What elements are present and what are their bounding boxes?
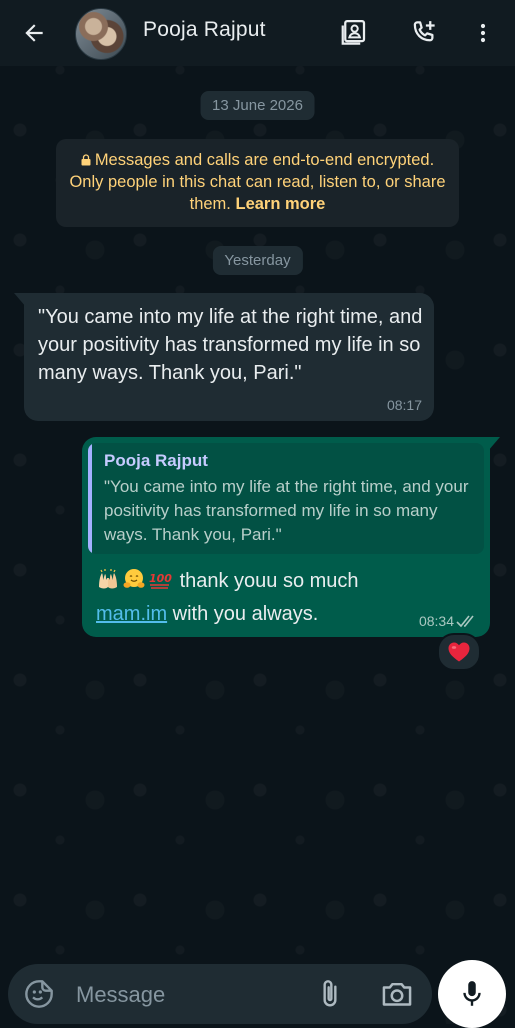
- emoji-sticker-icon[interactable]: [23, 978, 55, 1010]
- contact-card-icon: [341, 20, 366, 45]
- message-text: "You came into my life at the right time…: [38, 306, 423, 384]
- contact-avatar[interactable]: [75, 8, 127, 60]
- svg-text:100: 100: [149, 572, 172, 585]
- message-composer: [8, 964, 432, 1024]
- phone-plus-icon: [413, 21, 435, 42]
- contact-name[interactable]: Pooja Rajput: [143, 18, 266, 42]
- voice-message-button[interactable]: [438, 960, 506, 1028]
- encryption-notice[interactable]: Messages and calls are end-to-end encryp…: [56, 139, 459, 227]
- contact-card-button[interactable]: [337, 16, 371, 50]
- message-input[interactable]: [74, 976, 298, 1014]
- quoted-message[interactable]: Pooja Rajput "You came into my life at t…: [88, 443, 484, 554]
- camera-icon[interactable]: [380, 978, 414, 1010]
- chat-header: Pooja Rajput: [0, 0, 515, 66]
- paperclip-icon[interactable]: [314, 978, 346, 1010]
- incoming-message[interactable]: "You came into my life at the right time…: [14, 293, 434, 421]
- date-chip: 13 June 2026: [200, 91, 315, 120]
- outgoing-message[interactable]: Pooja Rajput "You came into my life at t…: [82, 437, 500, 637]
- message-text-part: thank youu so much: [179, 570, 359, 592]
- message-text-part: with you always.: [172, 603, 319, 625]
- more-options-button[interactable]: [466, 16, 500, 50]
- message-reaction[interactable]: [437, 633, 481, 671]
- message-time: 08:17: [386, 397, 422, 413]
- learn-more-link[interactable]: Learn more: [236, 195, 326, 213]
- hugging-face-icon: [123, 569, 145, 588]
- date-chip: Yesterday: [212, 246, 303, 275]
- red-heart-icon: [448, 642, 470, 662]
- arrow-left-icon: [25, 24, 43, 42]
- back-button[interactable]: [18, 17, 50, 49]
- quoted-text: "You came into my life at the right time…: [104, 477, 469, 544]
- raising-hands-icon: [99, 569, 117, 589]
- quote-bar: [88, 443, 92, 554]
- kebab-menu-icon: [480, 23, 486, 43]
- lock-icon: [81, 154, 91, 166]
- message-link[interactable]: mam.im: [96, 603, 167, 625]
- read-ticks-icon: [456, 615, 474, 628]
- hundred-points-icon: 100: [149, 572, 172, 589]
- quoted-sender: Pooja Rajput: [104, 451, 208, 470]
- add-call-button[interactable]: [407, 16, 441, 50]
- microphone-icon: [463, 981, 481, 1006]
- message-time: 08:34: [418, 613, 454, 629]
